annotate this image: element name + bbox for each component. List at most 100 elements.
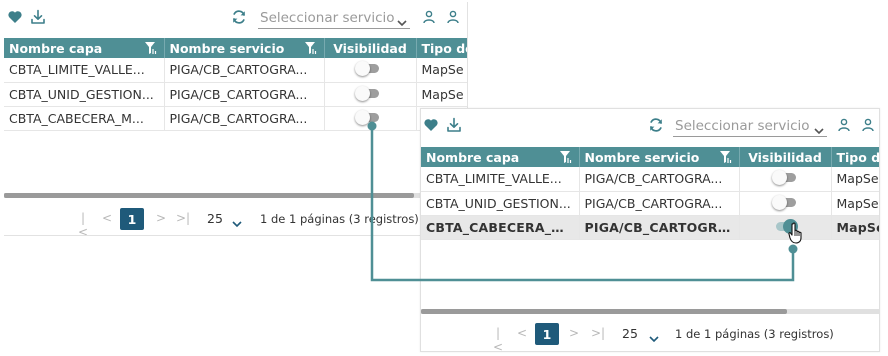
cell-service-name: PIGA/CB_CARTOGRA... — [164, 106, 325, 131]
heart-icon[interactable] — [6, 8, 24, 26]
cell-layer-name: CBTA_CABECERA_M... — [421, 215, 580, 240]
service-select[interactable]: Seleccionar servicio — [258, 7, 410, 29]
column-header-label: Nombre servicio — [584, 149, 700, 165]
user-icon[interactable] — [444, 8, 462, 26]
cell-visibility — [739, 167, 832, 192]
service-select-placeholder: Seleccionar servicio — [260, 10, 395, 26]
cell-layer-name: CBTA_LIMITE_VALLE... — [4, 58, 165, 83]
filter-icon[interactable] — [144, 40, 158, 56]
service-select-placeholder: Seleccionar servicio — [675, 118, 810, 134]
hand-cursor-icon — [788, 222, 802, 244]
table-row[interactable]: CBTA_LIMITE_VALLE... PIGA/CB_CARTOGRA...… — [4, 58, 467, 83]
cell-service-name: PIGA/CB_CARTOGRA... — [164, 58, 325, 83]
cell-visibility — [324, 82, 417, 107]
column-header-type[interactable]: Tipo de — [831, 147, 880, 167]
table-row-selected[interactable]: CBTA_CABECERA_M... PIGA/CB_CARTOGRAF... … — [421, 215, 879, 240]
column-header-service-name[interactable]: Nombre servicio — [579, 147, 740, 167]
column-header-layer-name[interactable]: Nombre capa — [4, 38, 165, 58]
column-header-label: Visibilidad — [748, 149, 822, 165]
toolbar: Seleccionar servicio — [421, 109, 879, 145]
column-header-label: Nombre capa — [9, 40, 103, 56]
last-page-button[interactable]: >| — [591, 326, 605, 340]
toggle-knob — [354, 61, 370, 76]
toolbar: Seleccionar servicio — [4, 2, 467, 38]
column-header-type[interactable]: Tipo de — [416, 38, 467, 58]
column-header-label: Tipo de — [836, 149, 880, 165]
visibility-toggle[interactable] — [354, 85, 379, 101]
service-select[interactable]: Seleccionar servicio — [673, 115, 827, 137]
column-header-label: Visibilidad — [333, 40, 407, 56]
last-page-button[interactable]: >| — [176, 211, 190, 225]
filter-icon[interactable] — [719, 149, 733, 165]
pagination: |< < 1 > >| 25 1 de 1 páginas (3 registr… — [489, 323, 879, 351]
page-size-select[interactable]: 25 — [207, 211, 223, 226]
chevron-down-icon — [396, 13, 408, 27]
next-page-button[interactable]: > — [567, 326, 581, 340]
horizontal-scrollbar[interactable] — [4, 193, 467, 198]
cell-type: MapSe — [416, 82, 467, 107]
cell-layer-name: CBTA_UNID_GESTION... — [421, 191, 580, 216]
scrollbar-thumb[interactable] — [421, 309, 787, 314]
table-row[interactable]: CBTA_CABECERA_M... PIGA/CB_CARTOGRA... M… — [4, 106, 467, 131]
refresh-icon[interactable] — [230, 8, 248, 26]
cell-type: MapSe — [831, 167, 879, 192]
column-header-label: Nombre servicio — [169, 40, 285, 56]
next-page-button[interactable]: > — [154, 211, 168, 225]
column-header-layer-name[interactable]: Nombre capa — [421, 147, 580, 167]
column-header-service-name[interactable]: Nombre servicio — [164, 38, 325, 58]
toggle-knob — [354, 109, 370, 125]
column-header-visibility[interactable]: Visibilidad — [739, 147, 832, 167]
download-icon[interactable] — [29, 8, 47, 26]
cell-layer-name: CBTA_CABECERA_M... — [4, 106, 165, 131]
pagination-info: 1 de 1 páginas (3 registros) — [260, 212, 419, 226]
visibility-toggle[interactable] — [771, 170, 796, 185]
download-icon[interactable] — [445, 116, 463, 134]
first-page-button[interactable]: |< — [491, 326, 505, 351]
cell-service-name: PIGA/CB_CARTOGRAF... — [579, 215, 740, 240]
layers-panel-after: Seleccionar servicio Nombre capa Nombre … — [420, 108, 880, 352]
table-row[interactable]: CBTA_LIMITE_VALLE... PIGA/CB_CARTOGRA...… — [421, 167, 879, 192]
chevron-down-icon[interactable] — [232, 217, 242, 228]
pagination-info: 1 de 1 páginas (3 registros) — [675, 327, 834, 341]
heart-icon[interactable] — [422, 116, 440, 134]
layers-table: Nombre capa Nombre servicio Visibilidad … — [4, 38, 467, 131]
cell-layer-name: CBTA_UNID_GESTION... — [4, 82, 165, 107]
cell-visibility — [324, 106, 417, 131]
cell-visibility — [324, 58, 417, 83]
user-icon[interactable] — [859, 116, 877, 134]
column-header-visibility[interactable]: Visibilidad — [324, 38, 417, 58]
user-icon[interactable] — [420, 8, 438, 26]
page-size-select[interactable]: 25 — [622, 326, 638, 341]
toggle-knob — [354, 85, 370, 101]
table-header-row: Nombre capa Nombre servicio Visibilidad … — [4, 38, 467, 58]
table-row[interactable]: CBTA_UNID_GESTION... PIGA/CB_CARTOGRA...… — [421, 191, 879, 216]
cell-service-name: PIGA/CB_CARTOGRA... — [579, 167, 740, 192]
table-row[interactable]: CBTA_UNID_GESTION... PIGA/CB_CARTOGRA...… — [4, 82, 467, 107]
toggle-knob — [771, 170, 787, 185]
cell-visibility — [739, 215, 832, 240]
visibility-toggle[interactable] — [354, 61, 379, 76]
visibility-toggle[interactable] — [771, 194, 796, 210]
chevron-down-icon — [813, 121, 825, 135]
prev-page-button[interactable]: < — [515, 326, 529, 340]
filter-icon[interactable] — [559, 149, 573, 165]
chevron-down-icon[interactable] — [649, 332, 659, 343]
first-page-button[interactable]: |< — [76, 211, 90, 235]
pagination: |< < 1 > >| 25 1 de 1 páginas (3 registr… — [74, 208, 464, 235]
filter-icon[interactable] — [304, 40, 318, 56]
cell-type: MapSe — [416, 58, 467, 83]
horizontal-scrollbar[interactable] — [421, 309, 879, 314]
toggle-knob — [771, 194, 787, 210]
scrollbar-thumb[interactable] — [4, 193, 414, 198]
cell-type: MapSe — [831, 215, 879, 240]
current-page-button[interactable]: 1 — [120, 208, 144, 230]
cell-service-name: PIGA/CB_CARTOGRA... — [164, 82, 325, 107]
cell-type: MapSe — [831, 191, 879, 216]
cell-service-name: PIGA/CB_CARTOGRA... — [579, 191, 740, 216]
current-page-button[interactable]: 1 — [535, 323, 559, 345]
refresh-icon[interactable] — [647, 116, 665, 134]
user-icon[interactable] — [835, 116, 853, 134]
visibility-toggle[interactable] — [354, 109, 379, 125]
prev-page-button[interactable]: < — [100, 211, 114, 225]
layers-panel-before: Seleccionar servicio Nombre capa Nombre … — [4, 2, 468, 236]
